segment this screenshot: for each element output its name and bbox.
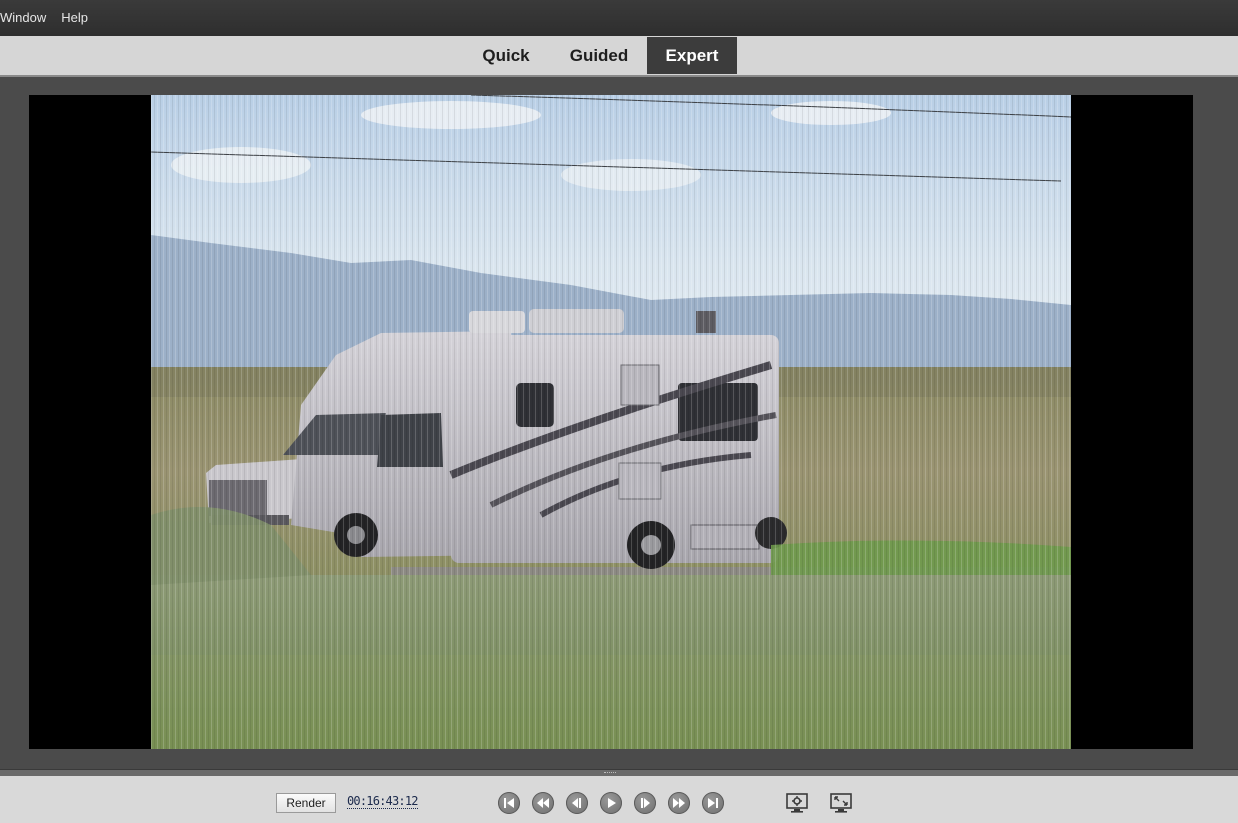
menu-bar: Window Help: [0, 0, 1238, 36]
mode-tab-bar: Quick Guided Expert: [0, 36, 1238, 77]
rv-scene-image: [151, 95, 1071, 749]
play-icon[interactable]: [600, 792, 622, 814]
video-frame: [151, 95, 1071, 749]
timecode-display[interactable]: 00:16:43:12: [347, 794, 418, 809]
menu-help[interactable]: Help: [61, 0, 97, 36]
menu-window[interactable]: Window: [0, 0, 55, 36]
tab-expert[interactable]: Expert: [647, 37, 737, 74]
step-forward-icon[interactable]: [634, 792, 656, 814]
go-to-end-icon[interactable]: [702, 792, 724, 814]
playback-controls: Render 00:16:43:12: [0, 776, 1238, 823]
go-to-start-icon[interactable]: [498, 792, 520, 814]
tab-guided[interactable]: Guided: [555, 37, 643, 74]
fast-forward-icon[interactable]: [668, 792, 690, 814]
monitor-viewport: [29, 95, 1193, 749]
fullscreen-icon[interactable]: [829, 792, 853, 814]
monitor-panel: [0, 77, 1238, 769]
tab-quick[interactable]: Quick: [470, 37, 542, 74]
render-button[interactable]: Render: [276, 793, 336, 813]
monitor-settings-icon[interactable]: [785, 792, 809, 814]
step-back-icon[interactable]: [566, 792, 588, 814]
rewind-icon[interactable]: [532, 792, 554, 814]
